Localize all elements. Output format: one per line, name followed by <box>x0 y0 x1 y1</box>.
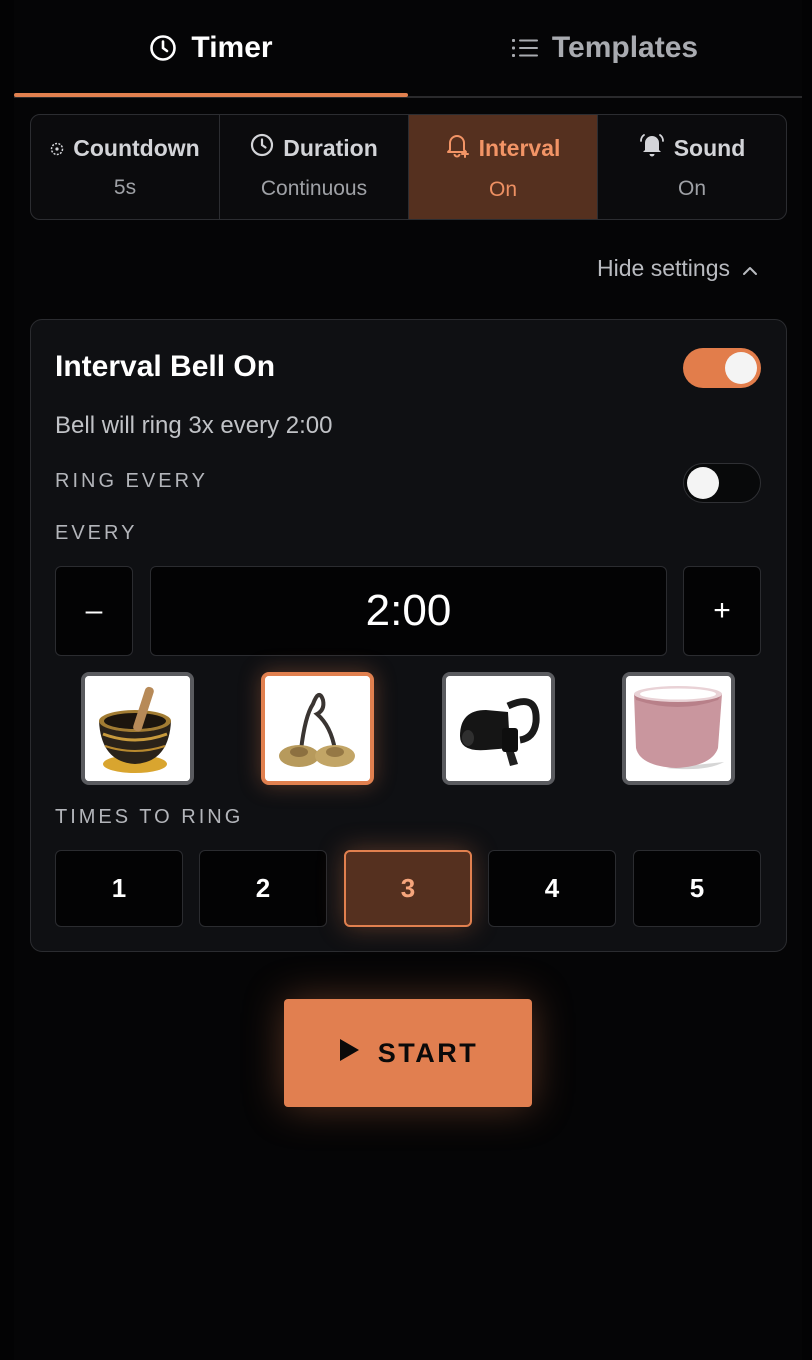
clock-icon <box>149 34 177 62</box>
interval-time-input[interactable]: 2:00 <box>150 566 667 656</box>
timer-screen: Timer Templates Countdown 5s Duration Co… <box>14 0 802 1360</box>
top-tabs: Timer Templates <box>14 0 802 98</box>
every-label: EVERY <box>55 522 138 544</box>
list-icon <box>511 37 538 59</box>
hide-settings-button[interactable]: Hide settings <box>597 255 758 282</box>
countdown-icon <box>50 135 64 162</box>
bell-option-singing-bowl[interactable] <box>81 672 194 785</box>
setting-title: Duration <box>283 134 378 161</box>
crystal-bowl-image <box>626 676 731 781</box>
setting-sound[interactable]: Sound On <box>598 115 786 219</box>
tingsha-cymbals-image <box>265 676 370 781</box>
ring-option-3[interactable]: 3 <box>344 850 472 927</box>
bell-plus-icon <box>446 132 470 164</box>
bell-option-crystal-bowl[interactable] <box>622 672 735 785</box>
start-button[interactable]: START <box>284 999 532 1107</box>
times-to-ring-options: 1 2 3 4 5 <box>55 850 761 927</box>
interval-title: Interval Bell On <box>55 350 276 383</box>
ring-option-1[interactable]: 1 <box>55 850 183 927</box>
interval-bell-card: Interval Bell On Bell will ring 3x every… <box>30 319 787 952</box>
bicycle-bell-image <box>446 676 551 781</box>
setting-duration[interactable]: Duration Continuous <box>220 115 409 219</box>
setting-title: Countdown <box>73 134 200 161</box>
bell-icon <box>639 133 665 163</box>
setting-countdown[interactable]: Countdown 5s <box>31 115 220 219</box>
setting-value: Continuous <box>260 177 368 200</box>
interval-description: Bell will ring 3x every 2:00 <box>55 412 333 439</box>
increment-button[interactable]: + <box>683 566 761 656</box>
ring-option-2[interactable]: 2 <box>199 850 327 927</box>
setting-title: Interval <box>478 134 561 161</box>
bell-option-bicycle-bell[interactable] <box>442 672 555 785</box>
interval-enabled-toggle[interactable] <box>683 348 761 388</box>
ring-option-5[interactable]: 5 <box>633 850 761 927</box>
play-icon <box>338 1038 360 1069</box>
toggle-knob <box>725 352 757 384</box>
start-label: START <box>377 1037 479 1068</box>
bell-option-tingsha-cymbals[interactable] <box>261 672 374 785</box>
tab-templates[interactable]: Templates <box>408 0 802 96</box>
active-tab-indicator <box>14 93 408 97</box>
ring-every-toggle[interactable] <box>683 463 761 503</box>
tab-timer[interactable]: Timer <box>14 0 408 96</box>
ring-every-label: RING EVERY <box>55 470 208 492</box>
times-to-ring-label: TIMES TO RING <box>55 806 244 828</box>
settings-bar: Countdown 5s Duration Continuous Interva… <box>30 114 787 220</box>
setting-value: On <box>677 177 706 200</box>
setting-value: On <box>488 178 517 201</box>
toggle-knob <box>687 466 719 499</box>
setting-title: Sound <box>673 134 746 161</box>
hide-settings-label: Hide settings <box>597 255 730 281</box>
tab-label: Templates <box>551 31 699 64</box>
singing-bowl-image <box>85 676 190 781</box>
setting-interval[interactable]: Interval On <box>409 115 598 219</box>
chevron-up-icon <box>742 255 758 282</box>
clock-icon <box>250 133 274 163</box>
bell-sound-picker <box>31 672 788 787</box>
decrement-button[interactable]: – <box>55 566 133 656</box>
ring-option-4[interactable]: 4 <box>488 850 616 927</box>
tab-label: Timer <box>191 31 273 64</box>
setting-value: 5s <box>113 175 137 199</box>
